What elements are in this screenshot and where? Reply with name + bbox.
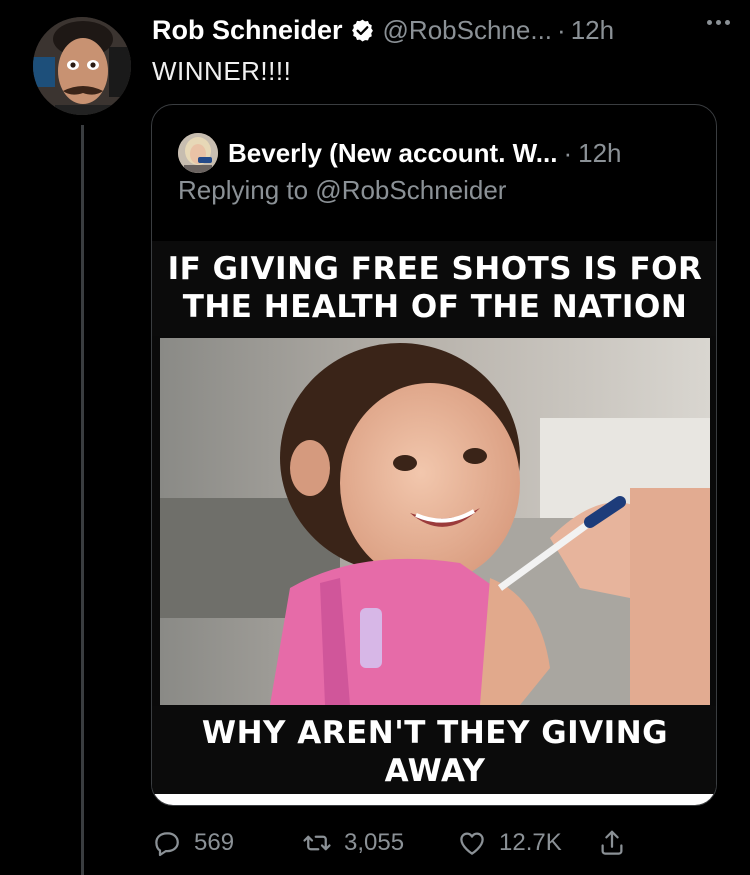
photo-child-injection-icon <box>160 338 710 705</box>
separator-dot: · <box>563 137 573 168</box>
tweet-actions-bar: 569 3,055 12.7K <box>152 823 627 863</box>
profile-photo-icon <box>178 133 218 173</box>
tweet-timestamp[interactable]: 12h <box>571 15 614 46</box>
replying-to-text[interactable]: Replying to @RobSchneider <box>178 175 506 206</box>
tweet-text: WINNER!!!! <box>152 56 292 86</box>
author-avatar[interactable] <box>33 17 131 115</box>
like-count: 12.7K <box>499 829 562 856</box>
tweet-header: Rob Schneider @RobSchne... · 12h <box>152 10 730 50</box>
heart-icon <box>460 832 484 855</box>
quoted-author-avatar[interactable] <box>178 133 218 173</box>
meme-top-caption: IF GIVING FREE SHOTS IS FOR THE HEALTH O… <box>152 241 716 336</box>
author-handle[interactable]: @RobSchne... <box>383 15 552 46</box>
quoted-tweet-header: Beverly (New account. W... · 12h <box>228 133 622 173</box>
retweet-icon <box>303 835 331 851</box>
meme-top-line-2: THE HEALTH OF THE NATION <box>182 289 688 325</box>
share-button[interactable] <box>597 828 627 858</box>
retweet-button[interactable]: 3,055 <box>302 828 457 858</box>
like-button[interactable]: 12.7K <box>457 828 597 858</box>
author-name[interactable]: Rob Schneider <box>152 15 343 46</box>
reply-button[interactable]: 569 <box>152 828 302 858</box>
reply-icon <box>155 832 179 857</box>
quoted-timestamp[interactable]: 12h <box>578 138 621 169</box>
meme-image[interactable]: IF GIVING FREE SHOTS IS FOR THE HEALTH O… <box>152 241 716 805</box>
meme-bottom-caption: WHY AREN'T THEY GIVING AWAY FREE INSULIN… <box>152 706 716 805</box>
quoted-author-name[interactable]: Beverly (New account. W... <box>228 138 557 169</box>
more-options-icon[interactable] <box>707 20 730 25</box>
meme-top-line-1: IF GIVING FREE SHOTS IS FOR <box>167 251 703 287</box>
profile-photo-icon <box>33 17 131 115</box>
meme-bottom-line-1: WHY AREN'T THEY GIVING AWAY <box>201 715 669 789</box>
separator-dot: · <box>557 14 566 45</box>
quoted-tweet-card[interactable]: Beverly (New account. W... · 12h Replyin… <box>151 104 717 806</box>
share-icon <box>601 830 623 855</box>
reply-count: 569 <box>194 829 235 856</box>
retweet-count: 3,055 <box>344 829 405 856</box>
thread-connector-line <box>81 125 84 875</box>
meme-bottom-border <box>152 794 716 805</box>
verified-badge-icon <box>350 18 375 43</box>
